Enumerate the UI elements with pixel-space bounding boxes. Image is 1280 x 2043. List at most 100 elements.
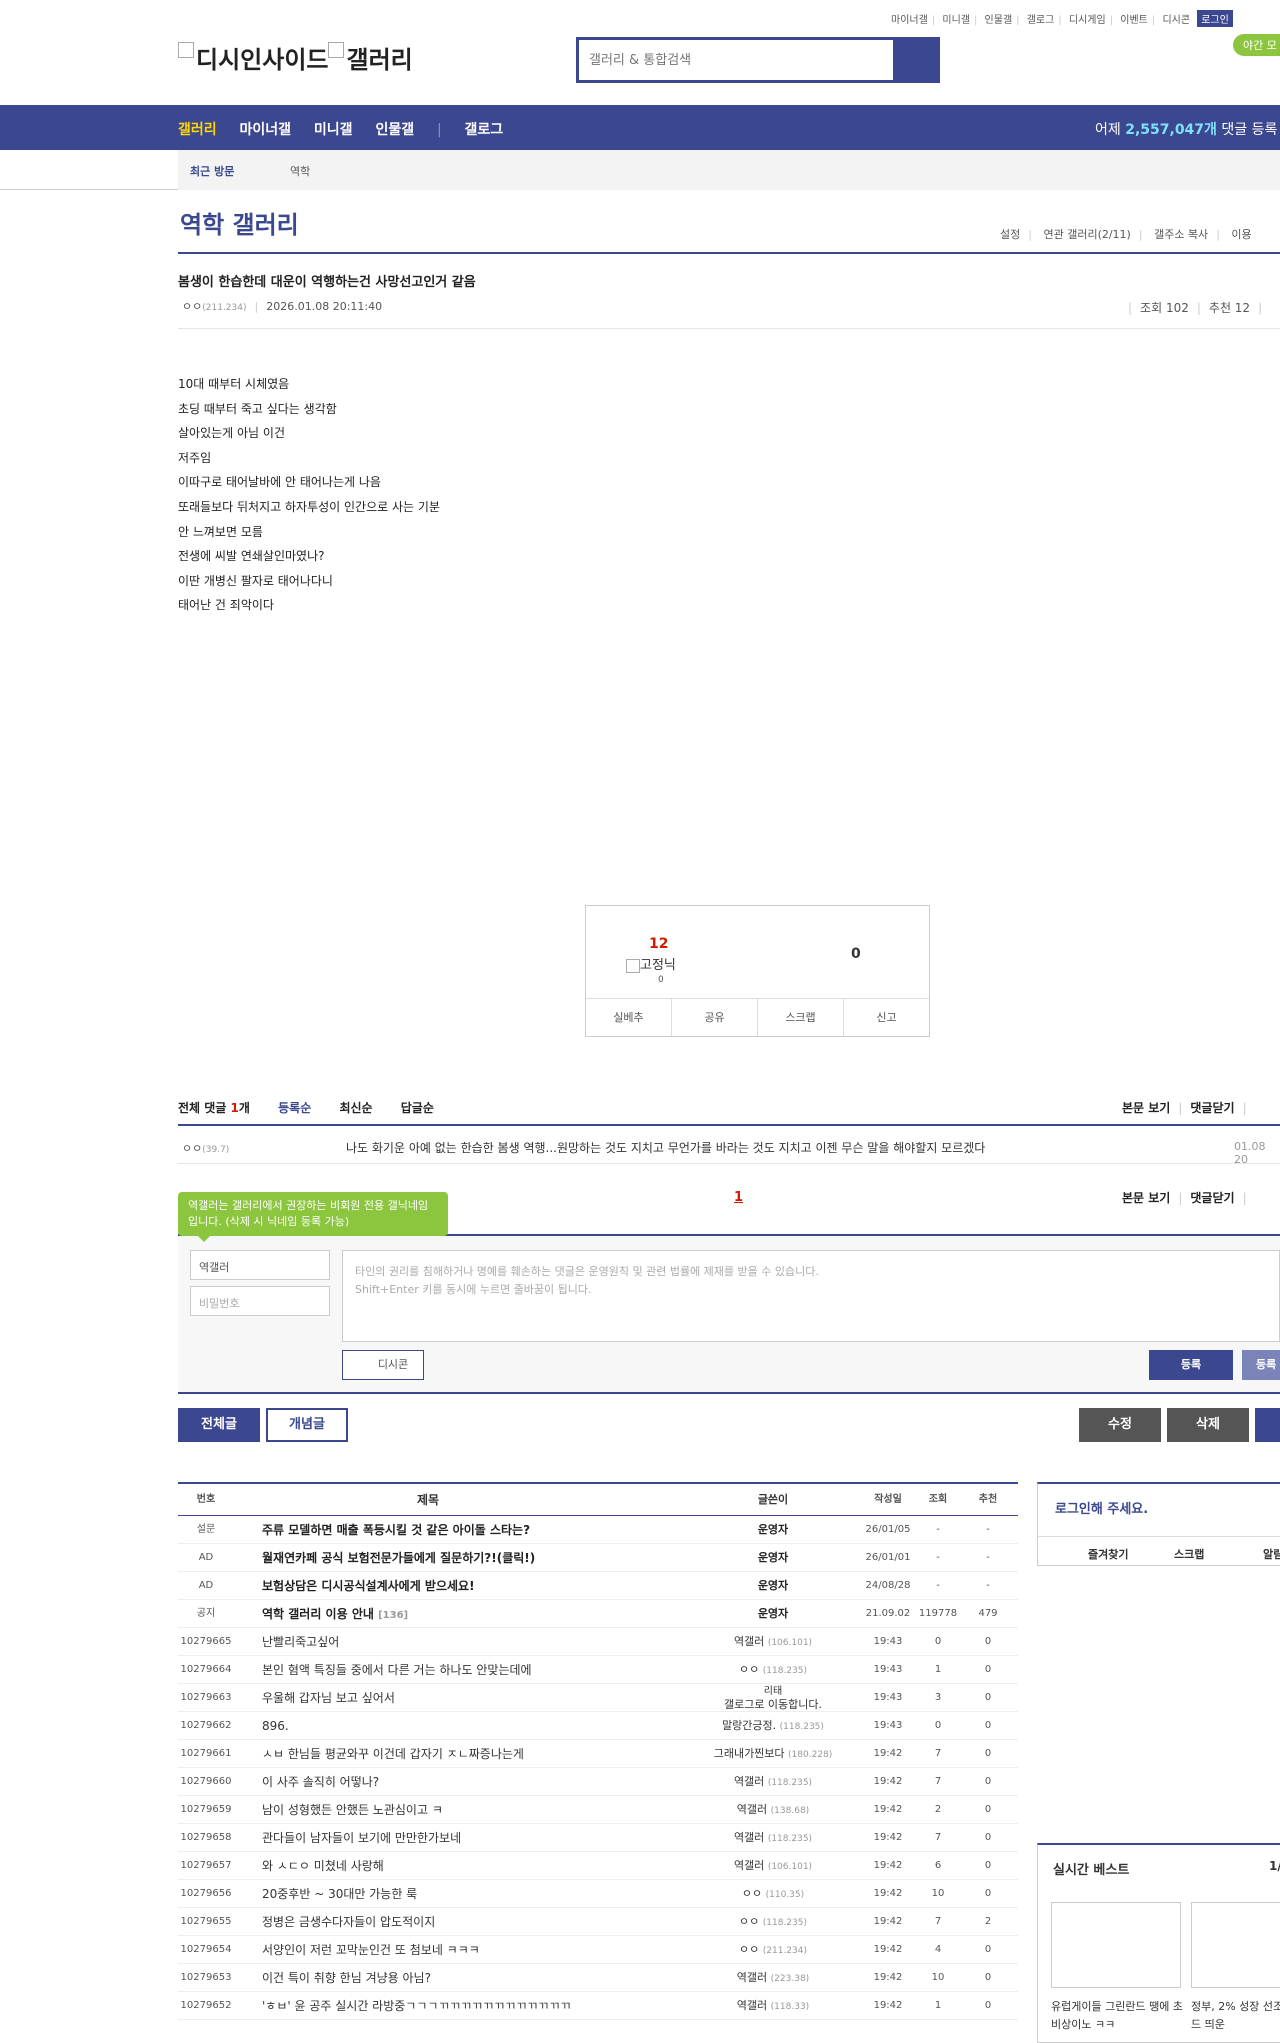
row-title-text[interactable]: 정병은 금생수다자들이 압도적이지 [262,1915,435,1929]
row-title[interactable]: 주류 모델하면 매출 폭등시킬 것 같은 아이돌 스타는? [262,1516,530,1544]
table-row[interactable]: AD 보험상담은 디시공식설계사에게 받으세요! 운영자 24/08/28 - - [178,1572,1018,1600]
row-title-text[interactable]: 관다들이 남자들이 보기에 만만한가보네 [262,1831,461,1845]
copy-gallery-url[interactable]: 갤주소 복사 [1154,228,1208,241]
row-title-text[interactable]: ㅅㅂ 한님들 평균와꾸 이건데 갑자기 ㅈㄴ짜증나는게 [262,1747,524,1761]
recommend-down-count[interactable]: 0 [851,946,861,962]
comment-submit-button[interactable]: 등록 [1149,1350,1233,1380]
best-thumbnail[interactable] [1191,1902,1280,1988]
search-button[interactable] [893,40,937,80]
nav-person[interactable]: 인물갤 [375,122,414,138]
row-writer[interactable]: 그래내가찐보다 (180.228) [678,1740,868,1769]
row-title[interactable]: 본인 혐액 특징들 중에서 다른 거는 하나도 안맞는데에 [262,1656,532,1684]
row-writer[interactable]: ㅇㅇ (211.234) [678,1936,868,1965]
row-writer[interactable]: 말랑간긍정. (118.235) [678,1712,868,1741]
row-writer[interactable]: ㅇㅇ (110.35) [678,1880,868,1909]
row-title-text[interactable]: 월재연카페 공식 보험전문가들에게 질문하기?!(클릭!) [262,1551,535,1565]
row-title-text[interactable]: 우울해 갑자님 보고 싶어서 [262,1691,395,1705]
row-writer[interactable]: 역갤러 (223.38) [678,1964,868,1993]
table-row[interactable]: AD 월재연카페 공식 보험전문가들에게 질문하기?!(클릭!) 운영자 26/01/… [178,1544,1018,1572]
night-mode-toggle[interactable]: 야간 모 [1233,34,1280,56]
comment-nick[interactable]: ㅇㅇ(39.7) [182,1140,229,1156]
top-link-minor[interactable]: 마이너갤 [891,15,928,26]
table-row[interactable]: 10279657 와 ㅅㄷㅇ 미쳤네 사랑해 역갤러 (106.101) 19:42 6… [178,1852,1018,1880]
sort-registered[interactable]: 등록순 [278,1101,311,1115]
recommend-up-count[interactable]: 12 [649,936,668,952]
table-row[interactable]: 10279665 난빨리죽고싶어 역갤러 (106.101) 19:43 0 0 [178,1628,1018,1656]
row-writer[interactable]: 역갤러 (106.101) [678,1852,868,1881]
best-thumbnail[interactable] [1051,1902,1181,1988]
scrap-link[interactable]: 스크랩 [1174,1546,1204,1562]
row-title-text[interactable]: 본인 혐액 특징들 중에서 다른 거는 하나도 안맞는데에 [262,1663,532,1677]
table-row[interactable]: 10279661 ㅅㅂ 한님들 평균와꾸 이건데 갑자기 ㅈㄴ짜증나는게 그래내가찐… [178,1740,1018,1768]
top-link-event[interactable]: 이벤트 [1120,15,1148,26]
gallery-usage[interactable]: 이용 [1231,228,1251,241]
password-field[interactable]: 비밀번호 [190,1286,330,1316]
nav-gallog[interactable]: 갤로그 [465,122,504,138]
row-title[interactable]: 20중후반 ~ 30대만 가능한 룩 [262,1880,417,1908]
row-title[interactable]: 이건 특이 취향 한님 겨냥용 아님? [262,1964,431,1992]
row-title-text[interactable]: 896. [262,1719,289,1733]
row-title-text[interactable]: 난빨리죽고싶어 [262,1635,339,1649]
table-row[interactable]: 10279654 서양인이 저런 꼬막눈인건 또 첨보네 ㅋㅋㅋ ㅇㅇ (211.2… [178,1936,1018,1964]
report-button[interactable]: 신고 [844,999,929,1036]
gallog-link[interactable]: 갤로그로 이동합니다. [678,1698,868,1711]
nav-mini[interactable]: 미니갤 [314,122,353,138]
top-link-mini[interactable]: 미니갤 [942,15,970,26]
comment-page-1[interactable]: 1 [734,1190,743,1205]
row-title[interactable]: 남이 성형했든 안했든 노관심이고 ㅋ [262,1796,443,1824]
post-author[interactable]: ㅇㅇ [182,300,202,313]
row-writer[interactable]: 역갤러 (118.235) [678,1824,868,1853]
row-writer[interactable]: 운영자 [678,1572,868,1600]
recent-visit-item[interactable]: 역학 [290,163,310,179]
row-writer[interactable]: 역갤러 (118.235) [678,1768,868,1797]
view-post-button[interactable]: 본문 보기 [1122,1191,1170,1205]
reply-count[interactable]: [136] [378,1610,408,1621]
best-caption[interactable]: 유럽게이들 그린란드 땡에 초비상이노 ㅋㅋ [1051,1998,1183,2034]
row-title[interactable]: 관다들이 남자들이 보기에 만만한가보네 [262,1824,461,1852]
row-title[interactable]: 896. [262,1712,289,1740]
top-link-dccon[interactable]: 디시콘 [1162,15,1190,26]
share-button[interactable]: 공유 [672,999,758,1036]
delete-button[interactable]: 삭제 [1167,1408,1249,1442]
row-title-text[interactable]: 남이 성형했든 안했든 노관심이고 ㅋ [262,1803,443,1817]
logo[interactable]: 디시인사이드 갤러리 [178,40,413,75]
table-row[interactable]: 10279662 896. 말랑간긍정. (118.235) 19:43 0 0 [178,1712,1018,1740]
table-row[interactable]: 10279655 정병은 금생수다자들이 압도적이지 ㅇㅇ (118.235) 19:… [178,1908,1018,1936]
sort-replies[interactable]: 답글순 [401,1101,434,1115]
table-row[interactable]: 10279663 우울해 갑자님 보고 싶어서 리태 갤로그로 이동합니다. 19:43… [178,1684,1018,1712]
row-title[interactable]: 'ㅎㅂ' 윤 공주 실시간 라방중ㄱㄱㄱㄲㄲㄲㄲㄲㄲㄲㄲㄲㄲㄲㄲ [262,1992,571,2020]
login-prompt[interactable]: 로그인해 주세요. [1055,1498,1148,1517]
row-title[interactable]: 우울해 갑자님 보고 싶어서 [262,1684,395,1712]
sort-latest[interactable]: 최신순 [339,1101,372,1115]
table-row[interactable]: 10279660 이 사주 솔직히 어떻나? 역갤러 (118.235) 19:42 7… [178,1768,1018,1796]
favorites-link[interactable]: 즐겨찾기 [1088,1546,1128,1562]
row-title-text[interactable]: 주류 모델하면 매출 폭등시킬 것 같은 아이돌 스타는? [262,1523,530,1537]
row-title[interactable]: 역학 갤러리 이용 안내 [136] [262,1600,408,1630]
row-title[interactable]: 와 ㅅㄷㅇ 미쳤네 사랑해 [262,1852,384,1880]
nickname-field[interactable]: 역갤러 [190,1250,330,1280]
row-title-text[interactable]: 이건 특이 취향 한님 겨냥용 아님? [262,1971,431,1985]
comment-submit-recommend-button[interactable]: 등록 [1242,1350,1280,1380]
nav-gallery[interactable]: 갤러리 [178,122,217,138]
scrap-button[interactable]: 스크랩 [758,999,844,1036]
close-comments-button[interactable]: 댓글닫기 [1190,1191,1234,1205]
row-writer[interactable]: ㅇㅇ (118.235) [678,1908,868,1937]
row-title[interactable]: 이 사주 솔직히 어떻나? [262,1768,379,1796]
nav-minor[interactable]: 마이너갤 [240,122,292,138]
row-title[interactable]: ㅅㅂ 한님들 평균와꾸 이건데 갑자기 ㅈㄴ짜증나는게 [262,1740,524,1768]
row-writer[interactable]: 리태 갤로그로 이동합니다. [678,1684,868,1711]
row-writer[interactable]: 역갤러 (106.101) [678,1628,868,1657]
row-title[interactable]: 보험상담은 디시공식설계사에게 받으세요! [262,1572,475,1600]
row-title-text[interactable]: 와 ㅅㄷㅇ 미쳤네 사랑해 [262,1859,384,1873]
table-row[interactable]: 10279664 본인 혐액 특징들 중에서 다른 거는 하나도 안맞는데에 ㅇㅇ … [178,1656,1018,1684]
row-title-text[interactable]: 이 사주 솔직히 어떻나? [262,1775,379,1789]
best-recommend-button[interactable]: 실베추 [586,999,672,1036]
concept-posts-button[interactable]: 개념글 [266,1408,348,1442]
edit-button[interactable]: 수정 [1079,1408,1161,1442]
row-title[interactable]: 정병은 금생수다자들이 압도적이지 [262,1908,435,1936]
row-writer[interactable]: 운영자 [678,1516,868,1544]
row-writer[interactable]: ㅇㅇ (118.235) [678,1656,868,1685]
close-comments-button[interactable]: 댓글닫기 [1190,1101,1234,1115]
table-row[interactable]: 10279653 이건 특이 취향 한님 겨냥용 아님? 역갤러 (223.38) 1… [178,1964,1018,1992]
related-gallery[interactable]: 연관 갤러리(2/11) [1043,228,1130,241]
